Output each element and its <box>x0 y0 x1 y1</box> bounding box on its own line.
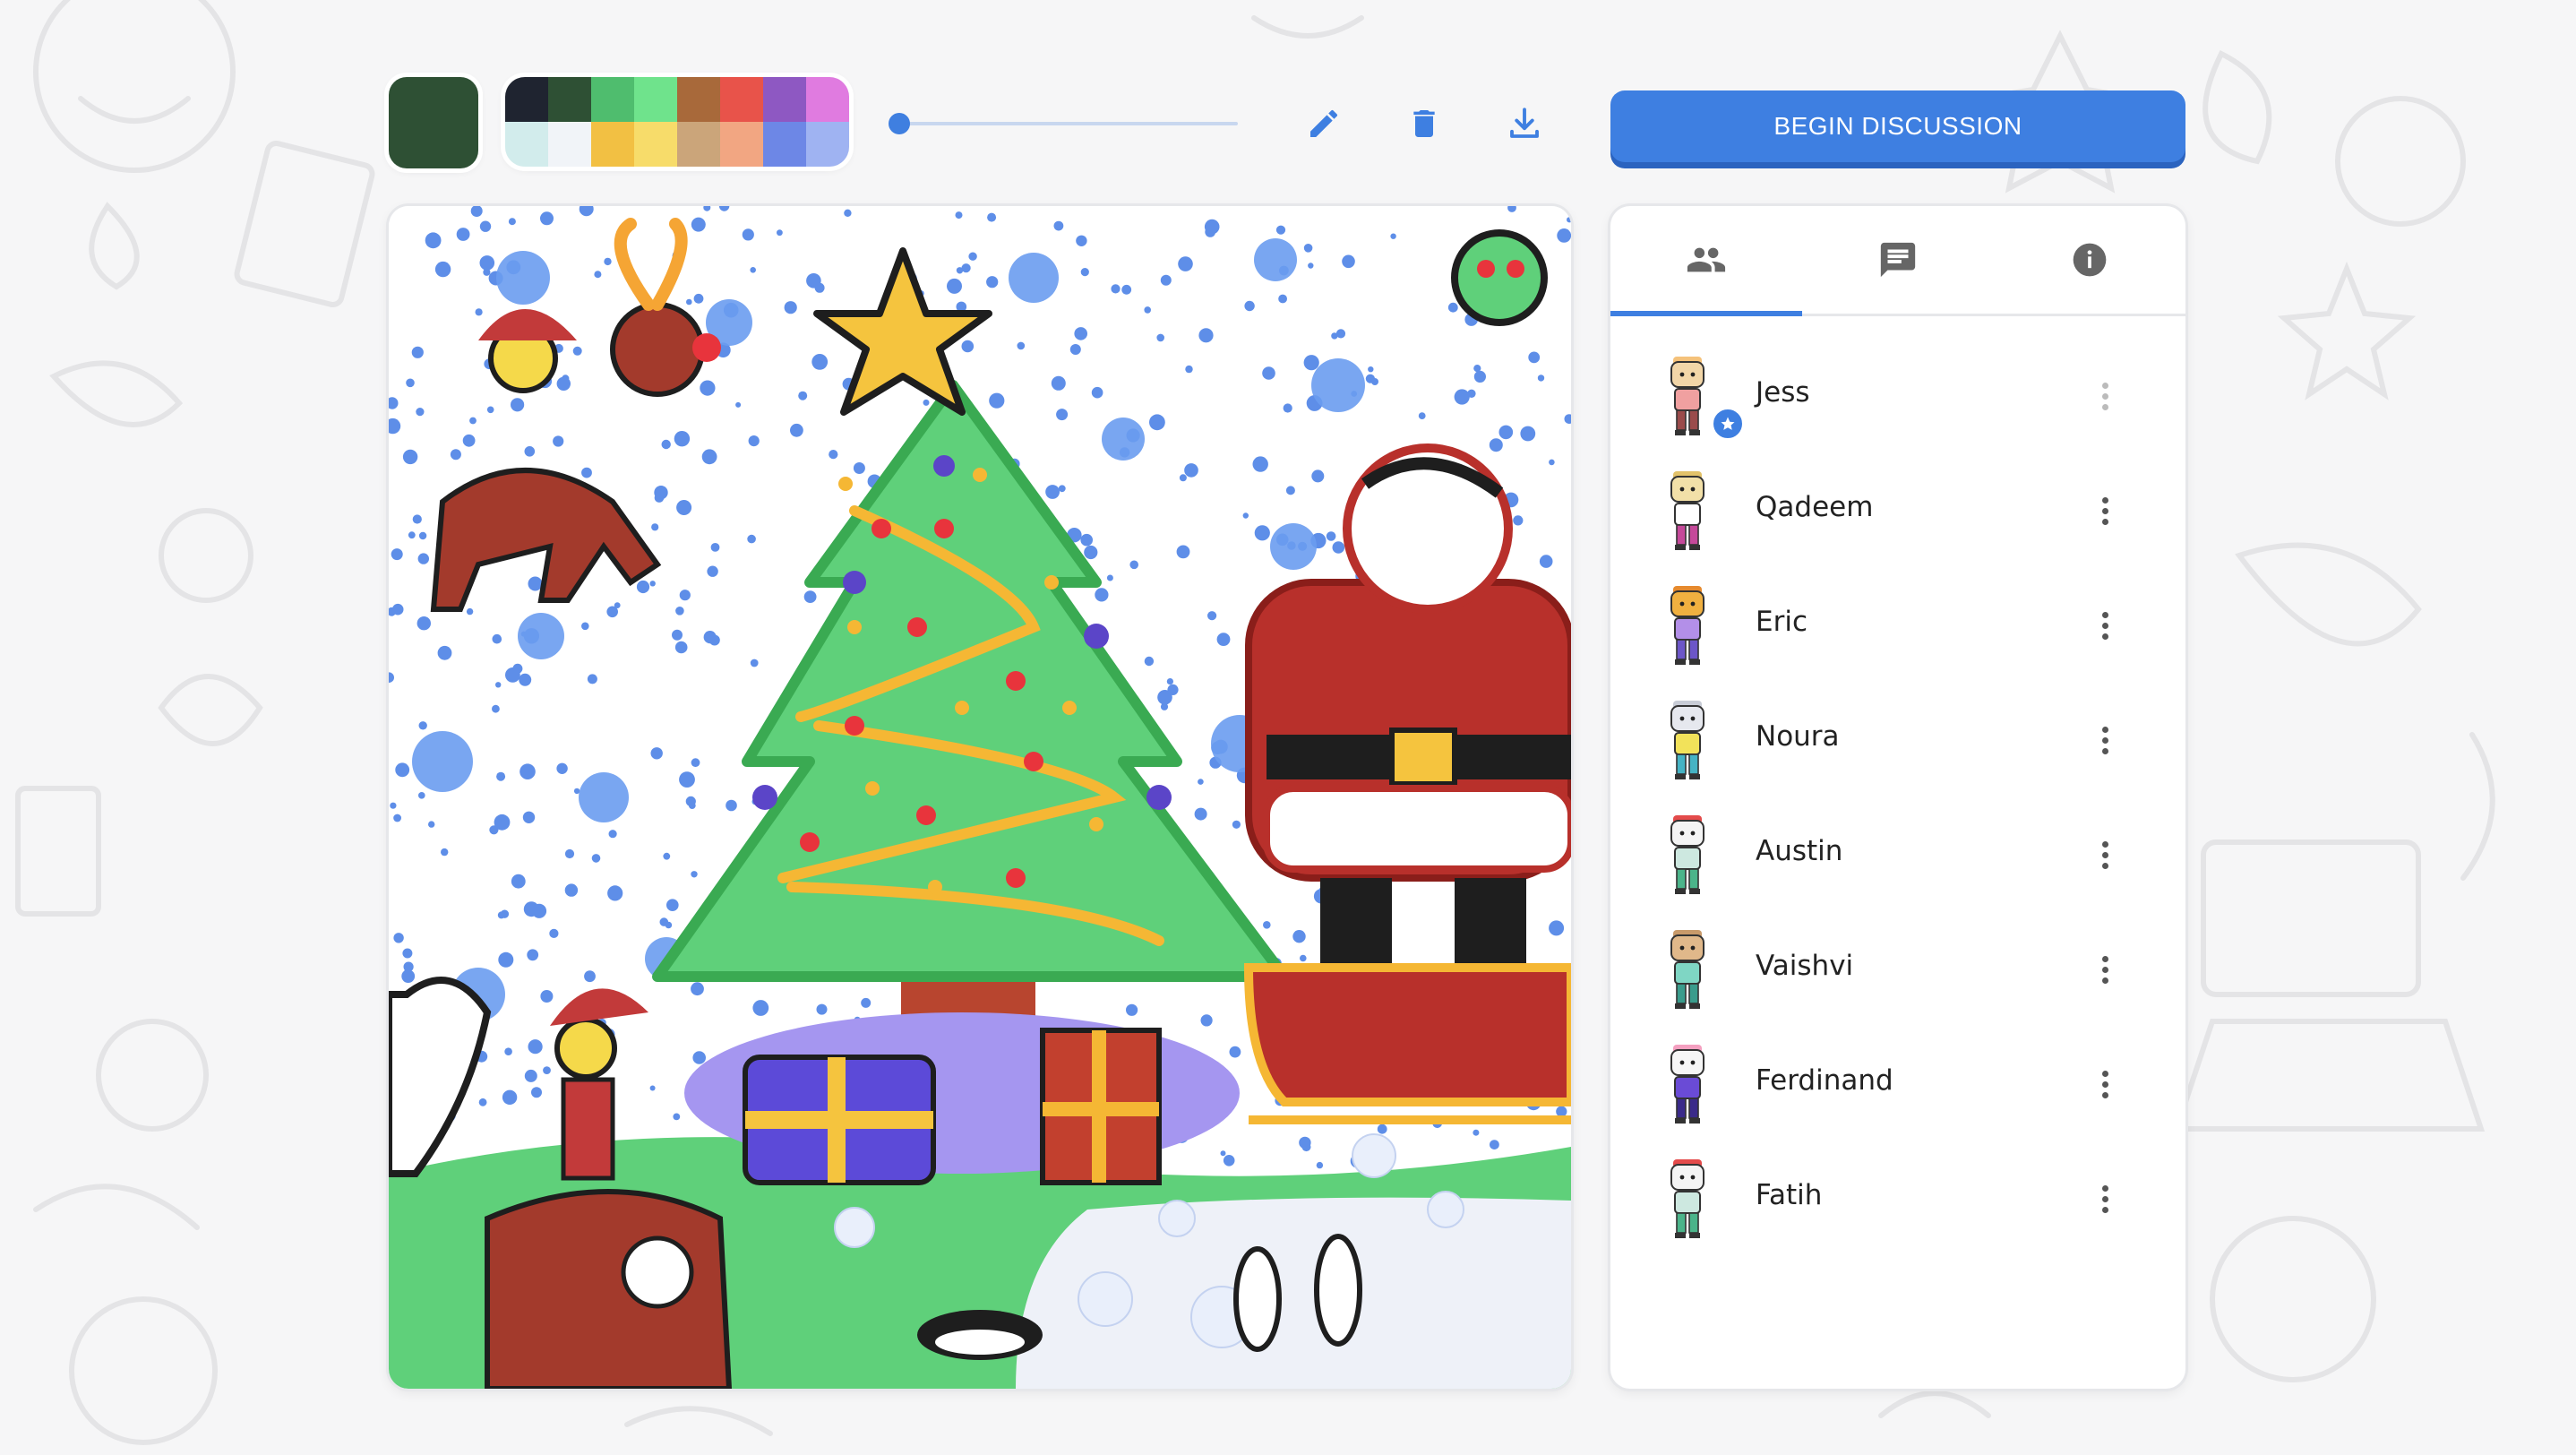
player-menu-button[interactable] <box>2094 1063 2116 1106</box>
color-swatch[interactable] <box>720 122 763 167</box>
grinch <box>1451 229 1548 326</box>
player-name: Noura <box>1756 720 1840 753</box>
color-swatch[interactable] <box>634 77 677 122</box>
player-row: Vaishvi <box>1610 912 2185 1027</box>
player-avatar <box>1670 586 1704 665</box>
player-menu-button[interactable] <box>2094 1177 2116 1220</box>
pencil-tool-button[interactable] <box>1301 100 1347 147</box>
pencil-icon <box>1310 109 1338 137</box>
panel-tabs <box>1610 206 2185 316</box>
player-menu-button[interactable] <box>2094 604 2116 647</box>
info-icon <box>2073 243 2107 277</box>
player-avatar <box>1670 357 1704 435</box>
download-icon <box>1510 108 1539 138</box>
player-avatar <box>1670 471 1704 550</box>
player-menu-button[interactable] <box>2094 489 2116 532</box>
host-badge <box>1711 407 1745 441</box>
active-tab-indicator <box>1610 311 1802 316</box>
begin-discussion-button[interactable]: BEGIN DISCUSSION <box>1610 90 2185 162</box>
player-row: Fatih <box>1610 1141 2185 1256</box>
color-swatch[interactable] <box>548 77 591 122</box>
player-row: Qadeem <box>1610 453 2185 568</box>
player-avatar <box>1670 930 1704 1009</box>
drawing-canvas[interactable] <box>389 206 1571 1389</box>
chat-icon <box>1880 242 1916 278</box>
color-swatch[interactable] <box>505 77 548 122</box>
player-row: Jess <box>1610 339 2185 453</box>
player-name: Jess <box>1756 376 1810 409</box>
clear-canvas-button[interactable] <box>1401 100 1447 147</box>
trash-icon <box>1413 110 1435 137</box>
player-name: Vaishvi <box>1756 950 1854 982</box>
player-name: Fatih <box>1756 1179 1823 1211</box>
christmas-drawing <box>389 206 1571 1389</box>
star-icon <box>1721 417 1735 430</box>
color-swatch[interactable] <box>548 122 591 167</box>
player-row: Austin <box>1610 797 2185 912</box>
color-swatch[interactable] <box>505 122 548 167</box>
color-swatch[interactable] <box>591 122 634 167</box>
player-avatar <box>1670 1045 1704 1124</box>
side-panel: Jess Qadeem Eric Noura Austin Vaishvi Fe… <box>1610 206 2185 1389</box>
current-color-swatch[interactable] <box>389 77 478 168</box>
elephant <box>485 1189 733 1389</box>
player-menu-button[interactable] <box>2094 375 2116 418</box>
slider-thumb[interactable] <box>888 113 910 134</box>
player-menu-button[interactable] <box>2094 719 2116 762</box>
player-row: Eric <box>1610 568 2185 683</box>
download-button[interactable] <box>1501 100 1548 147</box>
player-list: Jess Qadeem Eric Noura Austin Vaishvi Fe… <box>1610 339 2185 1256</box>
player-menu-button[interactable] <box>2094 948 2116 991</box>
player-name: Ferdinand <box>1756 1064 1893 1097</box>
player-avatar <box>1670 701 1704 779</box>
color-swatch[interactable] <box>763 77 806 122</box>
slider-track <box>892 122 1238 125</box>
color-swatch[interactable] <box>763 122 806 167</box>
player-name: Qadeem <box>1756 491 1874 523</box>
color-palette <box>505 77 849 167</box>
player-row: Noura <box>1610 683 2185 797</box>
color-swatch[interactable] <box>806 122 849 167</box>
player-menu-button[interactable] <box>2094 833 2116 876</box>
people-icon <box>1687 247 1726 272</box>
player-name: Austin <box>1756 835 1843 867</box>
color-swatch[interactable] <box>677 122 720 167</box>
color-swatch[interactable] <box>677 77 720 122</box>
tab-players[interactable] <box>1610 206 1802 314</box>
color-swatch[interactable] <box>720 77 763 122</box>
player-name: Eric <box>1756 606 1807 638</box>
player-avatar <box>1670 815 1704 894</box>
color-swatch[interactable] <box>634 122 677 167</box>
color-swatch[interactable] <box>591 77 634 122</box>
sleigh <box>1243 963 1571 1106</box>
player-row: Ferdinand <box>1610 1027 2185 1141</box>
player-avatar <box>1670 1159 1704 1238</box>
tab-info[interactable] <box>1994 206 2185 314</box>
color-swatch[interactable] <box>806 77 849 122</box>
brush-size-slider[interactable] <box>888 113 1238 134</box>
tab-chat[interactable] <box>1802 206 1994 314</box>
